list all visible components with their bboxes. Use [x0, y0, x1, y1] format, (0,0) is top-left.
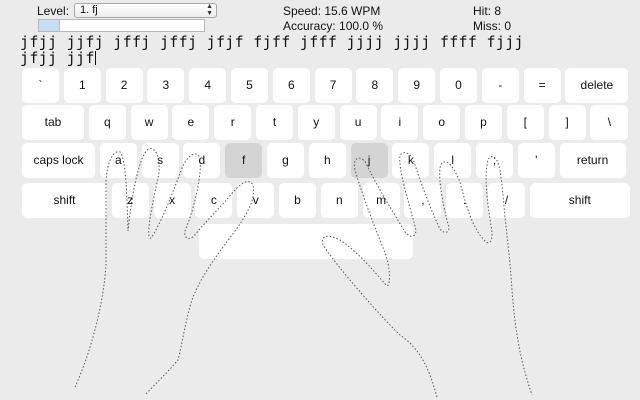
key-l[interactable]: l	[434, 143, 472, 178]
key-equals[interactable]: =	[523, 68, 561, 103]
accuracy-readout: Accuracy: 100.0 %	[283, 19, 384, 33]
key-w[interactable]: w	[130, 105, 168, 140]
key-p[interactable]: p	[465, 105, 502, 140]
key-semicolon[interactable]: ;	[476, 143, 513, 178]
progress-bar	[38, 19, 205, 32]
key-comma[interactable]: ,	[404, 183, 442, 218]
hit-count: Hit: 8	[473, 4, 502, 18]
key-d[interactable]: d	[183, 143, 221, 178]
key-1[interactable]: 1	[63, 68, 101, 103]
key-g[interactable]: g	[267, 143, 304, 178]
key-u[interactable]: u	[339, 105, 377, 140]
progress-fill	[39, 20, 60, 31]
key-b[interactable]: b	[279, 183, 316, 218]
level-select[interactable]: 1. fj ▲ ▼	[74, 3, 217, 18]
key-z[interactable]: z	[111, 183, 149, 218]
level-label: Level:	[37, 4, 70, 18]
key-v[interactable]: v	[237, 183, 275, 218]
key-period[interactable]: .	[446, 183, 484, 218]
speed-readout: Speed: 15.6 WPM	[283, 4, 381, 18]
key-shift-left[interactable]: shift	[22, 183, 107, 218]
miss-count: Miss: 0	[473, 19, 512, 33]
key-k[interactable]: k	[392, 143, 430, 178]
key-4[interactable]: 4	[189, 68, 227, 103]
key-5[interactable]: 5	[231, 68, 268, 103]
text-caret	[94, 51, 96, 65]
stats-bar: Level: 1. fj ▲ ▼ Speed: 15.6 WPM Accuracy…	[0, 0, 640, 34]
key-a[interactable]: a	[99, 143, 137, 178]
key-6[interactable]: 6	[272, 68, 310, 103]
key-lbracket[interactable]: [	[506, 105, 544, 140]
key-caps-lock[interactable]: caps lock	[22, 143, 95, 178]
key-i[interactable]: i	[381, 105, 419, 140]
key-3[interactable]: 3	[147, 68, 185, 103]
select-arrows-icon: ▲ ▼	[206, 3, 213, 17]
key-7[interactable]: 7	[314, 68, 352, 103]
key-t[interactable]: t	[256, 105, 293, 140]
key-slash[interactable]: /	[488, 183, 525, 218]
key-m[interactable]: m	[362, 183, 400, 218]
key-s[interactable]: s	[141, 143, 179, 178]
key-f[interactable]: f	[225, 143, 263, 178]
key-n[interactable]: n	[320, 183, 358, 218]
key-return[interactable]: return	[559, 143, 626, 178]
practice-line-2: jfjj jjf	[20, 49, 95, 67]
key-0[interactable]: 0	[440, 68, 477, 103]
key-shift-right[interactable]: shift	[529, 183, 630, 218]
key-y[interactable]: y	[297, 105, 335, 140]
key-j[interactable]: j	[350, 143, 388, 178]
key-backtick[interactable]: `	[22, 68, 59, 103]
key-tab[interactable]: tab	[22, 105, 84, 140]
key-space[interactable]	[199, 224, 413, 259]
level-select-value: 1. fj	[80, 4, 98, 16]
key-8[interactable]: 8	[356, 68, 394, 103]
key-delete[interactable]: delete	[565, 68, 629, 103]
key-2[interactable]: 2	[105, 68, 143, 103]
key-x[interactable]: x	[153, 183, 191, 218]
key-backslash[interactable]: \	[590, 105, 629, 140]
key-rbracket[interactable]: ]	[548, 105, 586, 140]
key-q[interactable]: q	[88, 105, 126, 140]
key-9[interactable]: 9	[398, 68, 436, 103]
key-h[interactable]: h	[308, 143, 346, 178]
key-minus[interactable]: -	[481, 68, 519, 103]
key-quote[interactable]: '	[517, 143, 555, 178]
key-c[interactable]: c	[195, 183, 233, 218]
key-r[interactable]: r	[214, 105, 252, 140]
practice-text[interactable]: jfjj jjfj jffj jffj jfjf fjff jfff jjjj …	[20, 34, 620, 66]
key-e[interactable]: e	[172, 105, 210, 140]
key-o[interactable]: o	[423, 105, 461, 140]
practice-line-1: jfjj jjfj jffj jffj jfjf fjff jfff jjjj …	[20, 33, 524, 51]
